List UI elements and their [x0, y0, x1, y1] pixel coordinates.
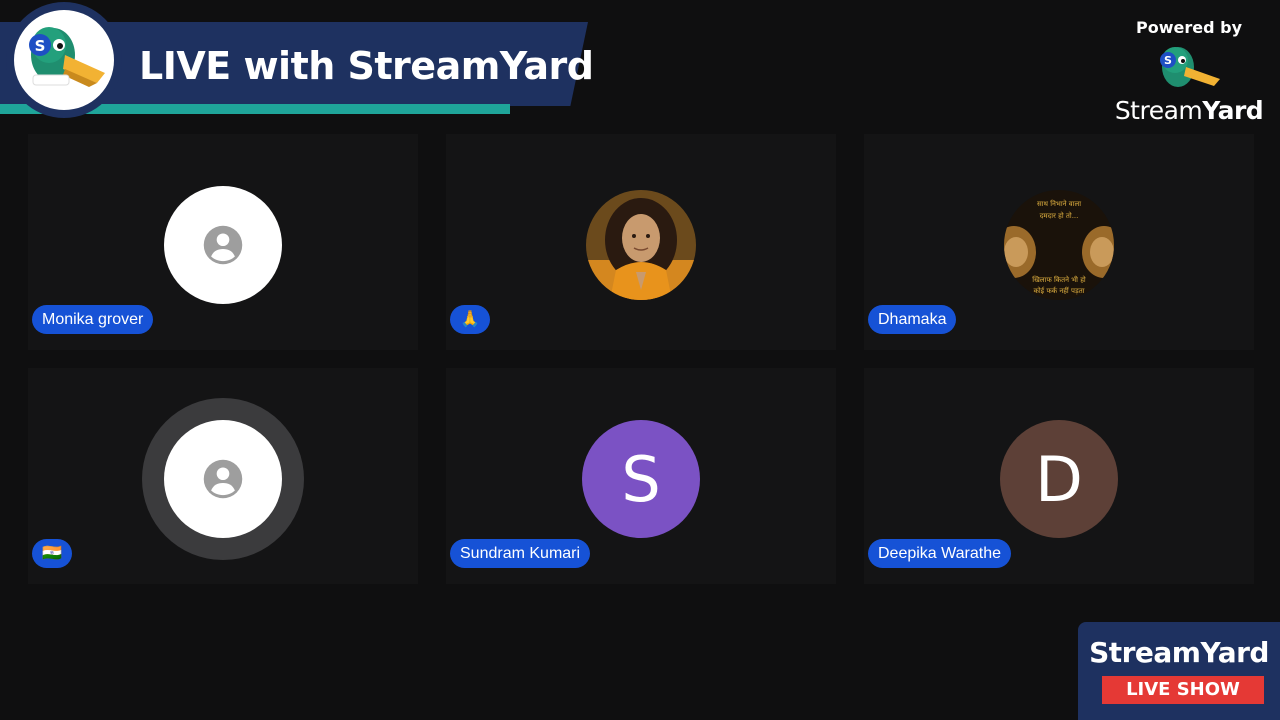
- duck-icon: S: [29, 27, 105, 87]
- participant-tile[interactable]: साथ निभाने वाला दमदार हो तो... खिलाफ कित…: [864, 134, 1254, 350]
- svg-text:साथ निभाने वाला: साथ निभाने वाला: [1037, 199, 1081, 208]
- participant-name: Deepika Warathe: [868, 539, 1012, 568]
- participant-name: Sundram Kumari: [450, 539, 591, 568]
- svg-text:S: S: [35, 37, 46, 55]
- participant-tile[interactable]: Monika grover: [28, 134, 418, 350]
- svg-text:खिलाफ कितने भी हो: खिलाफ कितने भी हो: [1032, 275, 1086, 284]
- default-person-icon: [203, 225, 243, 265]
- streamyard-duck-logo: S: [6, 2, 122, 118]
- participant-name: 🇮🇳: [32, 539, 72, 568]
- default-person-icon: [203, 459, 243, 499]
- live-show-label: LIVE SHOW: [1102, 676, 1264, 704]
- powered-by-label: Powered by: [1136, 18, 1242, 37]
- powered-by-logo: Powered by S StreamYard: [1114, 18, 1264, 125]
- banner-title: LIVE with StreamYard: [139, 44, 594, 88]
- participant-name: 🙏: [450, 305, 490, 334]
- avatar-letter: S: [621, 442, 661, 516]
- avatar: D: [1000, 420, 1118, 538]
- profile-photo-monk: [586, 190, 696, 300]
- avatar: [164, 186, 282, 304]
- participant-tile[interactable]: D Deepika Warathe: [864, 368, 1254, 584]
- avatar: S: [582, 420, 700, 538]
- duck-icon: S: [1160, 47, 1220, 87]
- svg-text:S: S: [1164, 54, 1172, 67]
- svg-text:दमदार हो तो...: दमदार हो तो...: [1040, 211, 1079, 220]
- badge-title: StreamYard: [1089, 636, 1269, 669]
- participant-name: Monika grover: [32, 305, 154, 334]
- avatar-letter: D: [1035, 442, 1083, 516]
- avatar: [164, 420, 282, 538]
- svg-text:कोई फर्क नहीं पड़ता: कोई फर्क नहीं पड़ता: [1033, 286, 1084, 295]
- profile-photo-lions: साथ निभाने वाला दमदार हो तो... खिलाफ कित…: [1004, 190, 1114, 300]
- participant-tile[interactable]: S Sundram Kumari: [446, 368, 836, 584]
- streamyard-live-show-badge: StreamYard LIVE SHOW: [1078, 622, 1280, 720]
- participant-tile[interactable]: 🙏: [446, 134, 836, 350]
- participant-name: Dhamaka: [868, 305, 957, 334]
- powered-brand: StreamYard: [1114, 96, 1264, 125]
- participant-tile[interactable]: 🇮🇳: [28, 368, 418, 584]
